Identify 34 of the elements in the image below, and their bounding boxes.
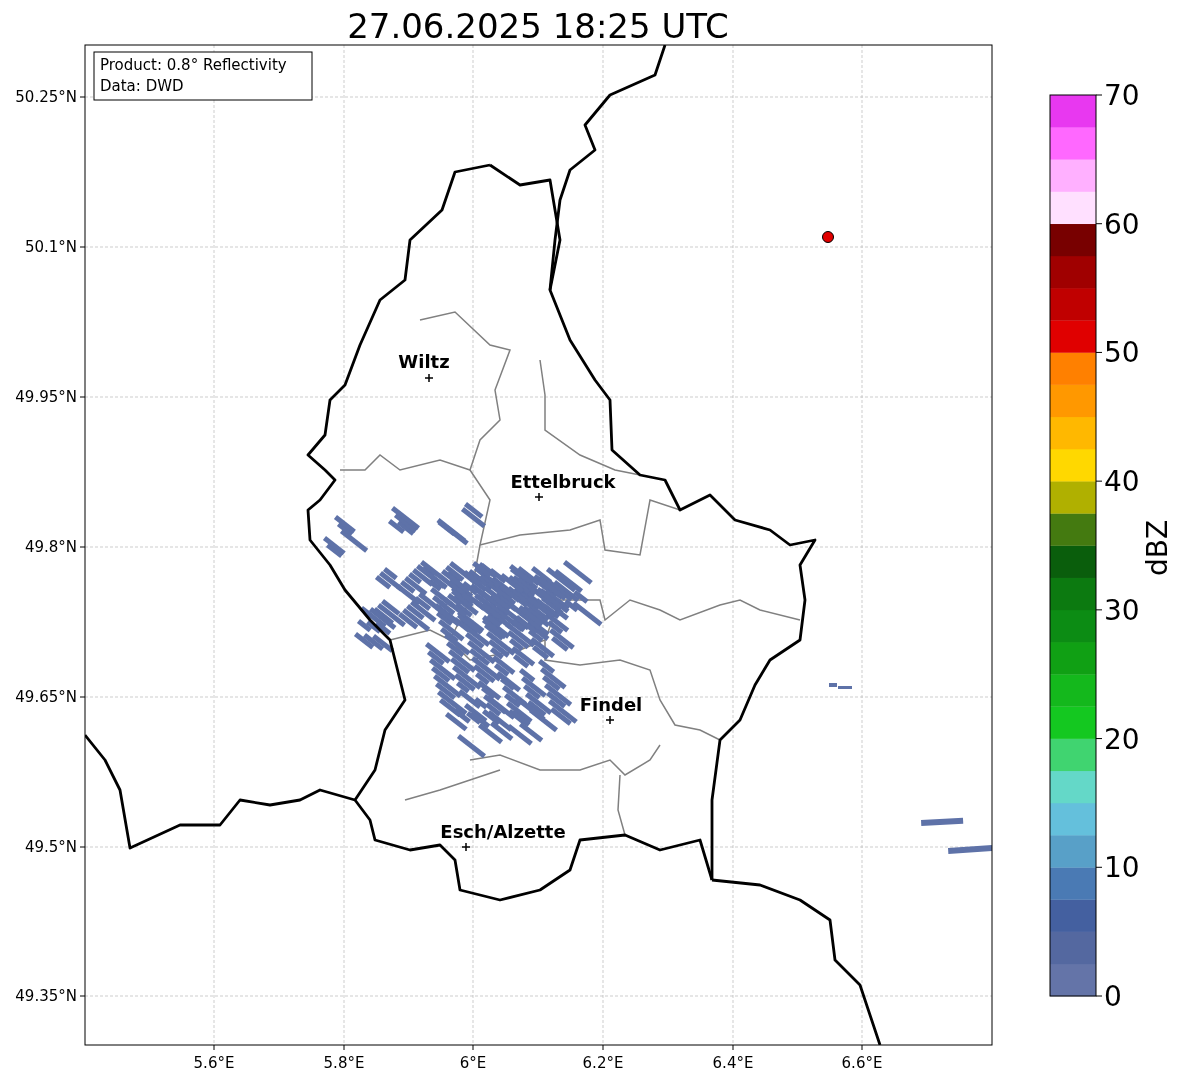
city-label: Wiltz	[398, 351, 450, 372]
station-marker	[822, 231, 834, 243]
colorbar-tick-label: 70	[1104, 79, 1140, 112]
axis-tick-label: 49.35°N	[15, 987, 77, 1005]
city-marker-icon	[424, 373, 434, 383]
axis-tick-label: 50.25°N	[15, 88, 77, 106]
city-marker-icon	[605, 715, 615, 725]
city-label: Esch/Alzette	[440, 821, 566, 842]
colorbar-tick-label: 60	[1104, 207, 1140, 241]
plot-title: 27.06.2025 18:25 UTC	[347, 6, 729, 46]
city-marker-icon	[534, 492, 544, 502]
axis-tick-label: 49.65°N	[15, 688, 77, 706]
legend-text: Data: DWD	[100, 77, 184, 95]
city-marker-icon	[461, 842, 471, 852]
city-label: Ettelbruck	[510, 471, 616, 492]
colorbar-tick-label: 50	[1104, 336, 1140, 370]
legend-text: Product: 0.8° Reflectivity	[100, 56, 287, 74]
axis-tick-label: 6.4°E	[712, 1054, 754, 1072]
axis-tick-label: 49.5°N	[24, 838, 77, 856]
axis-tick-label: 5.6°E	[193, 1054, 235, 1072]
colorbar-label: dBZ	[1141, 519, 1175, 577]
colorbar-tick-label: 0	[1104, 980, 1122, 1013]
axis-tick-label: 6.2°E	[582, 1054, 624, 1072]
axis-tick-label: 49.8°N	[24, 538, 77, 556]
colorbar-tick-label: 10	[1104, 851, 1140, 885]
axis-tick-label: 5.8°E	[323, 1054, 365, 1072]
colorbar-tick-label: 30	[1104, 593, 1140, 627]
colorbar-tick-label: 20	[1104, 722, 1140, 756]
colorbar-tick-label: 40	[1104, 465, 1140, 499]
axis-tick-label: 6.6°E	[841, 1054, 883, 1072]
city-label: Findel	[579, 694, 643, 715]
axis-tick-label: 6°E	[459, 1054, 487, 1072]
axis-tick-label: 49.95°N	[15, 388, 77, 406]
axis-tick-label: 50.1°N	[24, 238, 77, 256]
